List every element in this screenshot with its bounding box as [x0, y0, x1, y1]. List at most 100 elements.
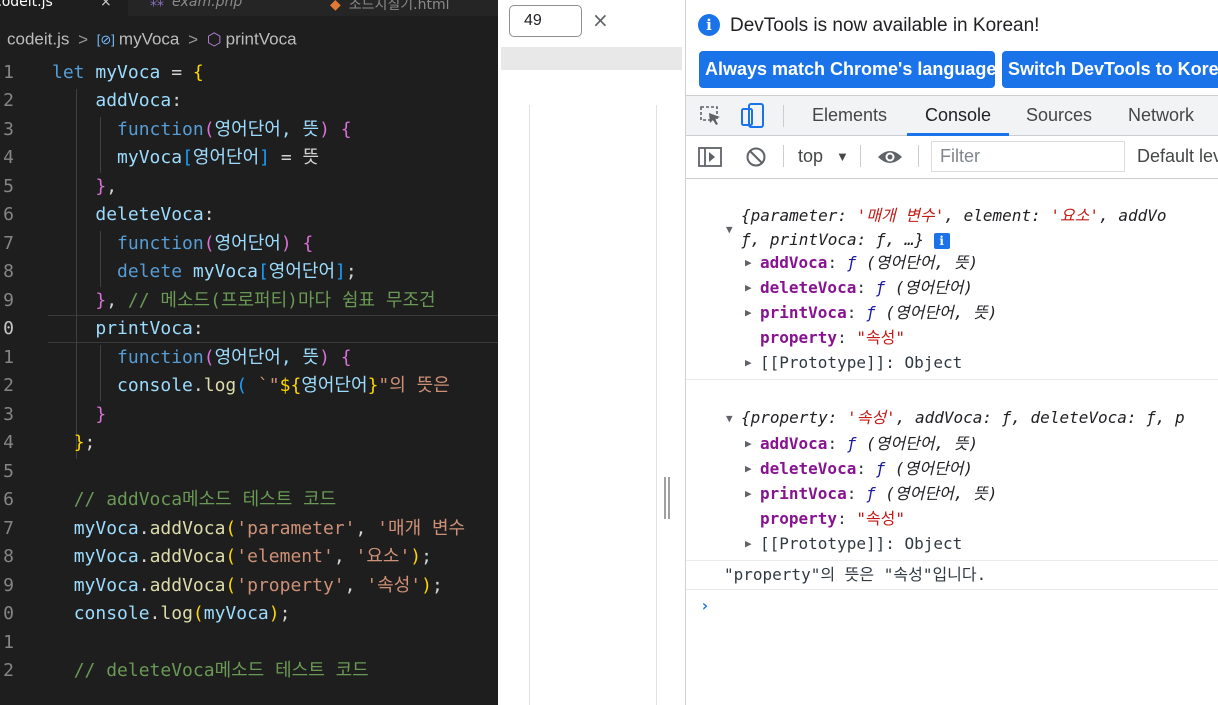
prototype-entry[interactable]: [[Prototype]]: Object — [760, 352, 962, 374]
paren: ( — [236, 375, 248, 396]
object-property[interactable]: addVoca: ƒ (영어단어, 뜻) — [760, 433, 978, 455]
tab-sources[interactable]: Sources — [1026, 96, 1092, 135]
method-call: addVoca — [149, 546, 226, 567]
paren: ( — [192, 603, 204, 624]
expand-right-icon[interactable]: ▶ — [745, 487, 752, 500]
expand-right-icon[interactable]: ▶ — [745, 356, 752, 369]
object-property[interactable]: addVoca: ƒ (영어단어, 뜻) — [760, 252, 978, 274]
code-line: 6 // addVoca메소드 테스트 코드 — [0, 486, 498, 514]
method-call: log — [203, 375, 237, 396]
property-key: deleteVoca — [95, 204, 204, 225]
language-banner: i DevTools is now available in Korean! A… — [686, 0, 1218, 96]
identifier: myVoca — [117, 147, 183, 168]
eye-icon[interactable] — [877, 148, 903, 166]
object-summary[interactable]: {parameter: '매개 변수', element: '요소', addV… — [741, 205, 1167, 227]
device-toolbar-icon[interactable] — [741, 103, 765, 129]
browser-viewport: 49 × — [498, 0, 686, 705]
template-close: } — [367, 375, 379, 396]
punct: ; — [431, 575, 443, 596]
devtools-tab-bar: Elements Console Sources Network — [686, 96, 1218, 136]
brace: { — [340, 347, 352, 368]
expand-right-icon[interactable]: ▶ — [745, 256, 752, 269]
line-number: 4 — [3, 432, 14, 453]
line-number: 7 — [3, 518, 14, 539]
sidebar-toggle-icon[interactable] — [698, 146, 722, 168]
object-property[interactable]: printVoca: ƒ (영어단어, 뜻) — [760, 302, 997, 324]
line-number: 8 — [3, 546, 14, 567]
keyword: function — [117, 119, 204, 140]
php-icon: ⁂ — [150, 0, 164, 10]
close-icon[interactable]: × — [592, 8, 609, 32]
line-number: 7 — [3, 233, 14, 254]
comment: // 메소드(프로퍼티)마다 쉼표 무조건 — [127, 290, 436, 311]
filter-input[interactable]: Filter — [931, 141, 1125, 172]
toolbar-divider — [918, 145, 919, 167]
code-line: 0 console.log(myVoca); — [0, 600, 498, 628]
object-property[interactable]: deleteVoca: ƒ (영어단어) — [760, 458, 973, 480]
inspect-element-icon[interactable] — [700, 106, 722, 126]
object-property[interactable]: printVoca: ƒ (영어단어, 뜻) — [760, 483, 997, 505]
tab-network[interactable]: Network — [1128, 96, 1194, 135]
paren: ) — [319, 119, 330, 140]
identifier: myVoca — [73, 518, 139, 539]
close-icon[interactable]: × — [100, 0, 112, 10]
resize-handle[interactable] — [664, 477, 670, 519]
expand-down-icon[interactable]: ▼ — [726, 412, 733, 425]
line-number: 2 — [3, 90, 14, 111]
html-icon: ◆ — [330, 0, 341, 13]
clear-console-icon[interactable] — [745, 146, 767, 168]
tab-console[interactable]: Console — [907, 96, 1009, 135]
expand-right-icon[interactable]: ▶ — [745, 281, 752, 294]
tab-exam-php[interactable]: ⁂ exam.php — [150, 0, 242, 16]
tab-codeit-js[interactable]: codeit.js × — [0, 0, 128, 16]
punct: ; — [421, 546, 432, 567]
tab-elements[interactable]: Elements — [812, 96, 887, 135]
breadcrumb-method[interactable]: printVoca — [226, 30, 297, 49]
info-icon[interactable]: i — [933, 232, 950, 249]
breadcrumb-object[interactable]: myVoca — [119, 30, 179, 49]
brace: } — [73, 432, 85, 453]
code-line: 1 — [0, 629, 498, 657]
viewport-width-input[interactable]: 49 — [509, 5, 582, 37]
object-property[interactable]: deleteVoca: ƒ (영어단어) — [760, 277, 973, 299]
prototype-entry[interactable]: [[Prototype]]: Object — [760, 533, 962, 555]
context-select[interactable]: top — [798, 146, 823, 167]
object-summary[interactable]: {property: '속성', addVoca: ƒ, deleteVoca:… — [741, 407, 1185, 429]
console-prompt-icon[interactable]: › — [700, 596, 710, 615]
string: '요소' — [355, 546, 411, 567]
match-language-button[interactable]: Always match Chrome's language — [699, 51, 996, 88]
log-levels-select[interactable]: Default levels — [1137, 146, 1218, 167]
paren: ( — [203, 119, 215, 140]
breadcrumb: codeit.js > [⊘] myVoca > ⬡ printVoca — [7, 29, 297, 53]
breadcrumb-file[interactable]: codeit.js — [7, 30, 69, 49]
punct: , — [355, 518, 378, 539]
line-number: 1 — [3, 62, 14, 83]
expand-right-icon[interactable]: ▶ — [745, 462, 752, 475]
code-editor[interactable]: codeit.js × ⁂ exam.php ◆ 조드지칠기.html codeit… — [0, 0, 498, 705]
tab-label: codeit.js — [0, 0, 53, 10]
line-number: 9 — [3, 575, 14, 596]
params: 영어단어 — [214, 233, 281, 254]
comment: // addVoca메소드 테스트 코드 — [73, 489, 337, 510]
chevron-right-icon: > — [78, 29, 89, 49]
expand-right-icon[interactable]: ▶ — [745, 437, 752, 450]
paren: ( — [225, 518, 237, 539]
switch-language-button[interactable]: Switch DevTools to Korean — [1002, 51, 1218, 88]
log-message: "property"의 뜻은 "속성"입니다. — [724, 565, 987, 584]
code-line: 2 // deleteVoca메소드 테스트 코드 — [0, 657, 498, 685]
keyword: let — [52, 62, 85, 83]
bracket: [ — [257, 261, 269, 282]
keyword: function — [117, 233, 204, 254]
object-summary-line2: ƒ, printVoca: ƒ, …} i — [741, 229, 950, 251]
assignment: = 뜻 — [270, 147, 320, 168]
paren: ) — [268, 603, 280, 624]
expand-right-icon[interactable]: ▶ — [745, 306, 752, 319]
paren: ( — [225, 546, 237, 567]
tab-html-file[interactable]: ◆ 조드지칠기.html — [330, 0, 450, 16]
expand-right-icon[interactable]: ▶ — [745, 537, 752, 550]
expand-down-icon[interactable]: ▼ — [726, 223, 733, 236]
dropdown-arrow-icon: ▼ — [836, 149, 849, 164]
line-number: 9 — [3, 290, 14, 311]
line-number: 6 — [3, 489, 14, 510]
code-line: 9 myVoca.addVoca('property', '속성'); — [0, 572, 498, 600]
